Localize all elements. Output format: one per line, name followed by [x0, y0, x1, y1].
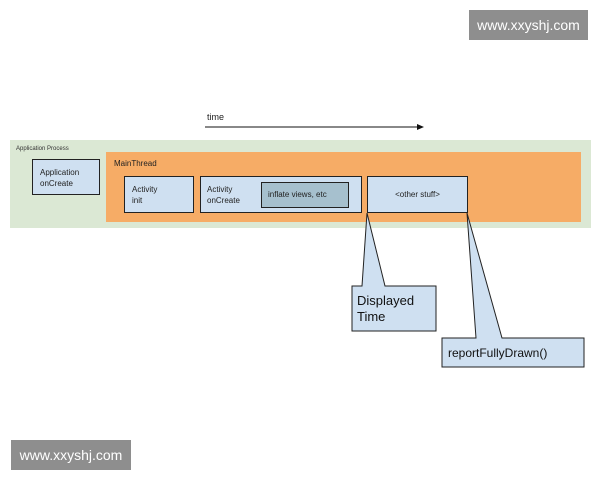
report-fully-drawn-callout [441, 212, 585, 368]
displayed-time-label: Displayed Time [357, 293, 414, 325]
report-fully-drawn-label: reportFullyDrawn() [448, 346, 548, 360]
displayed-time-line1: Displayed [357, 293, 415, 308]
callouts-layer [351, 212, 585, 368]
watermark-bottom: www.xxyshj.com [11, 440, 131, 470]
displayed-time-line2: Time [357, 309, 386, 324]
